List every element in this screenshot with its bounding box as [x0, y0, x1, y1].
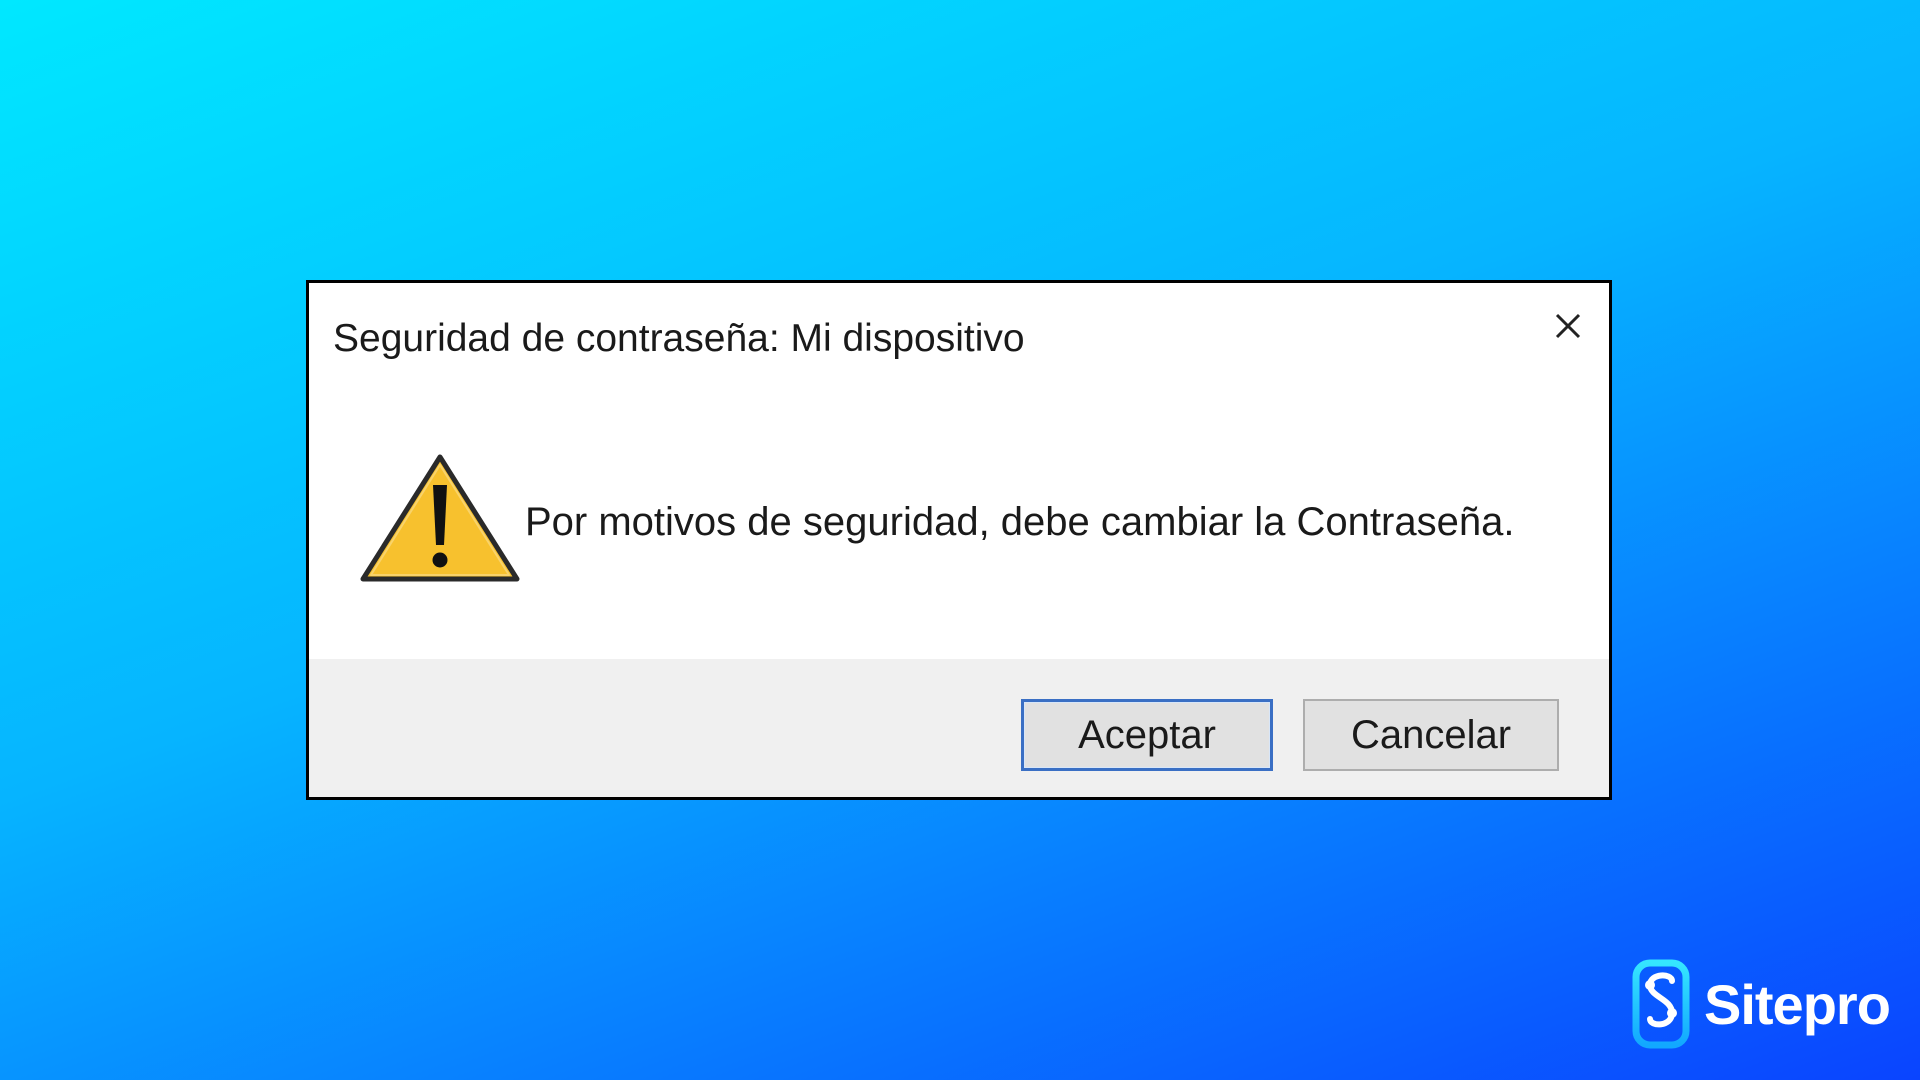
sitepro-brand: Sitepro: [1632, 958, 1891, 1050]
cancel-button[interactable]: Cancelar: [1303, 699, 1559, 771]
close-icon: [1555, 313, 1581, 339]
close-button[interactable]: [1545, 303, 1591, 349]
accept-button[interactable]: Aceptar: [1021, 699, 1273, 771]
sitepro-logo-icon: [1632, 959, 1690, 1049]
warning-icon: [360, 454, 520, 582]
dialog-message: Por motivos de seguridad, debe cambiar l…: [525, 500, 1515, 544]
dialog-footer: Aceptar Cancelar: [309, 659, 1609, 797]
brand-name: Sitepro: [1704, 972, 1891, 1036]
dialog-title: Seguridad de contraseña: Mi dispositivo: [333, 317, 1025, 360]
password-security-dialog: Seguridad de contraseña: Mi dispositivo …: [306, 280, 1612, 800]
dialog-content: Seguridad de contraseña: Mi dispositivo …: [309, 283, 1609, 659]
